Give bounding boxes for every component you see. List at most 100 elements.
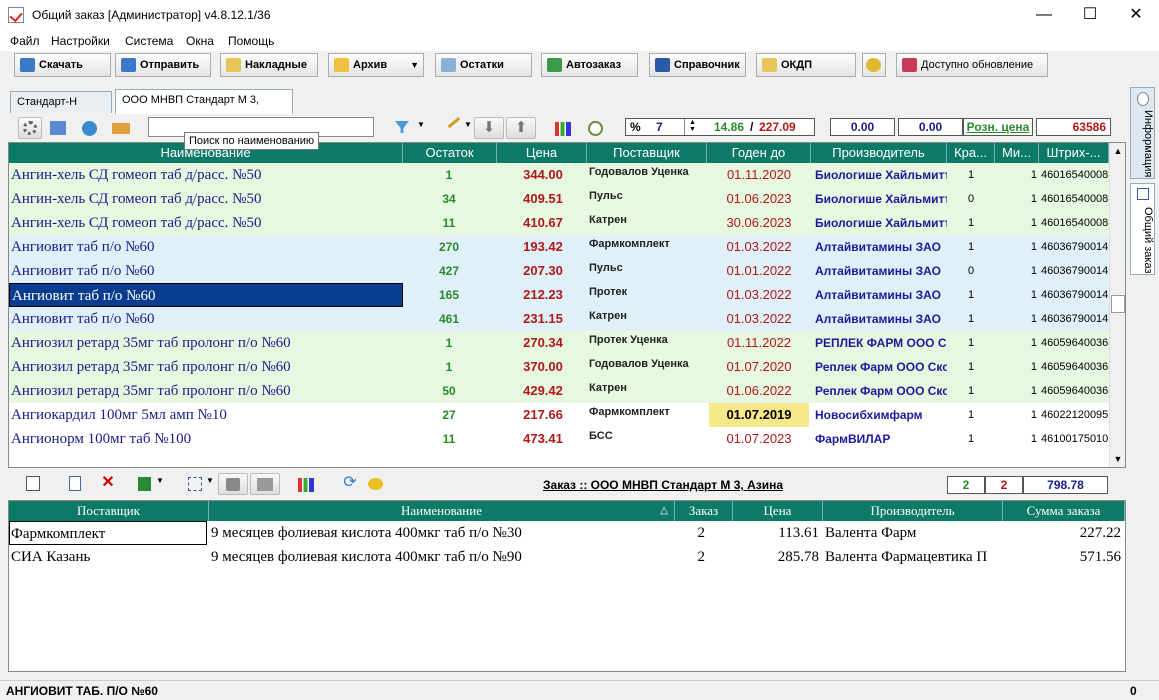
table-row[interactable]: Ангиовит таб п/о №60 165 212.23 Протек 01.03… xyxy=(9,283,1109,307)
supplier-cell: Катрен xyxy=(589,214,627,226)
col2-qty[interactable]: Заказ xyxy=(675,501,733,521)
menu-system[interactable]: Система xyxy=(125,34,173,48)
col-stock[interactable]: Остаток xyxy=(403,143,497,163)
expiry-cell: 01.07.2023 xyxy=(726,431,792,446)
table-row[interactable]: Ангин-хель СД гомеоп таб д/расс. №50 11 41… xyxy=(9,211,1109,235)
order-row[interactable]: Фармкомплект 9 месяцев фолиевая кислота 4… xyxy=(9,521,1125,545)
col2-price[interactable]: Цена xyxy=(733,501,823,521)
percent-value[interactable]: 7 xyxy=(656,119,663,135)
price-cell: 207.30 xyxy=(523,263,563,278)
okdp-button[interactable]: ОКДП xyxy=(756,53,856,77)
remains-button[interactable]: Остатки xyxy=(435,53,532,77)
table-row[interactable]: Ангиовит таб п/о №60 461 231.15 Катрен 01.03… xyxy=(9,307,1109,331)
table-row[interactable]: Ангиозил ретард 35мг таб пролонг п/о №60… xyxy=(9,379,1109,403)
coins-button[interactable] xyxy=(364,473,388,495)
clock-button[interactable] xyxy=(584,117,608,139)
supplier-cell: Пульс xyxy=(589,262,623,274)
excel-button[interactable]: ▼ xyxy=(134,473,168,495)
side-tab-order[interactable]: Общий заказ xyxy=(1130,183,1155,275)
product-name: Ангиозил ретард 35мг таб пролонг п/о №60 xyxy=(11,335,291,351)
order-chart-button[interactable] xyxy=(294,473,318,495)
expiry-cell: 01.07.2019 xyxy=(709,403,809,427)
menu-windows[interactable]: Окна xyxy=(186,34,214,48)
delete-button[interactable]: ✕ xyxy=(96,473,120,495)
menu-file[interactable]: Файл xyxy=(10,34,40,48)
grid-view-button[interactable] xyxy=(46,117,70,139)
col-maker[interactable]: Производитель xyxy=(811,143,947,163)
delivery-button[interactable] xyxy=(110,117,134,139)
col2-name[interactable]: Наименование △ xyxy=(209,501,675,521)
table-row[interactable]: Ангионорм 100мг таб №100 11 473.41 БСС 01.07… xyxy=(9,427,1109,451)
wand-button[interactable]: ▼ xyxy=(444,116,474,139)
maker-cell: Алтайвитамины ЗАО xyxy=(815,288,941,302)
archive-button[interactable]: Архив ▼ xyxy=(328,53,424,77)
col-m[interactable]: Ми... xyxy=(995,143,1039,163)
autoorder-button[interactable]: Автозаказ xyxy=(541,53,638,77)
reference-button[interactable]: Справочник xyxy=(649,53,746,77)
refresh-button[interactable]: ⟳ xyxy=(338,473,362,495)
col-k[interactable]: Кра... xyxy=(947,143,995,163)
minimize-button[interactable]: — xyxy=(1021,0,1067,31)
scroll-thumb[interactable] xyxy=(1111,295,1125,313)
barcode-cell: 46059640036 xyxy=(1041,361,1109,373)
invoices-button[interactable]: Накладные xyxy=(220,53,318,77)
menu-settings[interactable]: Настройки xyxy=(51,34,110,48)
settings-gear-button[interactable] xyxy=(18,117,42,139)
barcode-cell: 46022120095 xyxy=(1041,409,1109,421)
barcode-cell: 46059640036 xyxy=(1041,385,1109,397)
filter-button[interactable]: ▼ xyxy=(393,117,429,139)
tab-mnvp-azina[interactable]: ООО МНВП Стандарт М 3, Азина xyxy=(115,89,293,126)
table-row[interactable]: Ангиозил ретард 35мг таб пролонг п/о №60… xyxy=(9,331,1109,355)
side-tab-info[interactable]: Информация xyxy=(1130,87,1155,179)
col-price[interactable]: Цена xyxy=(497,143,587,163)
select-button[interactable]: ▼ xyxy=(184,473,218,495)
table-row[interactable]: Ангиовит таб п/о №60 427 207.30 Пульс 01.01.… xyxy=(9,259,1109,283)
col-expiry[interactable]: Годен до xyxy=(707,143,811,163)
order-row[interactable]: СИА Казань 9 месяцев фолиевая кислота 400… xyxy=(9,545,1125,569)
expiry-cell: 01.03.2022 xyxy=(726,239,792,254)
table-row[interactable]: Ангиовит таб п/о №60 270 193.42 Фармкомплек… xyxy=(9,235,1109,259)
new-doc-button[interactable] xyxy=(63,473,87,495)
move-up-button[interactable]: ⬆ xyxy=(506,117,536,139)
gray-button-1[interactable] xyxy=(218,473,248,495)
maximize-button[interactable]: ☐ xyxy=(1067,0,1113,31)
order-total: 798.78 xyxy=(1023,476,1108,494)
maker-cell: Биологише Хайльмитте xyxy=(815,168,947,182)
close-button[interactable]: ✕ xyxy=(1113,0,1159,31)
gray-button-2[interactable] xyxy=(250,473,280,495)
table-row[interactable]: Ангиозил ретард 35мг таб пролонг п/о №60… xyxy=(9,355,1109,379)
clock-icon xyxy=(588,121,603,136)
supplier-cell: Годовалов Уценка xyxy=(589,166,689,178)
send-button[interactable]: Отправить xyxy=(115,53,211,77)
chart-button[interactable] xyxy=(551,117,575,139)
percent-spinner[interactable]: ▲ ▼ xyxy=(684,119,700,135)
col2-maker[interactable]: Производитель xyxy=(823,501,1003,521)
main-toolbar: Скачать Отправить Накладные Архив ▼ Остат… xyxy=(0,51,1159,79)
menu-help[interactable]: Помощь xyxy=(228,34,274,48)
move-down-button[interactable]: ⬇ xyxy=(474,117,504,139)
globe-button[interactable] xyxy=(78,117,102,139)
scroll-up-icon[interactable]: ▲ xyxy=(1110,143,1125,159)
order-list-button[interactable] xyxy=(22,473,46,495)
update-button[interactable]: Доступно обновление xyxy=(896,53,1048,77)
table-row[interactable]: Ангин-хель СД гомеоп таб д/расс. №50 1 344… xyxy=(9,163,1109,187)
order-qty-cell: 2 xyxy=(697,525,706,541)
col-barcode[interactable]: Штрих-... xyxy=(1039,143,1109,163)
barcode-cell: 46100175010 xyxy=(1041,433,1109,445)
product-name: Ангиовит таб п/о №60 xyxy=(11,263,155,279)
table-row[interactable]: Ангиокардил 100мг 5мл амп №10 27 217.66 Фар… xyxy=(9,403,1109,427)
filter-bar: Поиск по наименованию ▼ ▼ ⬇ ⬆ % 7 ▲ ▼ 14.… xyxy=(8,114,1126,150)
col2-sum[interactable]: Сумма заказа xyxy=(1003,501,1125,521)
users-button[interactable] xyxy=(862,53,886,77)
tab-standard-office[interactable]: Стандарт-Н Офис xyxy=(10,91,112,128)
col2-supplier[interactable]: Поставщик xyxy=(9,501,209,521)
sort-asc-icon: △ xyxy=(660,505,668,516)
retail-price-label[interactable]: Розн. цена xyxy=(963,118,1033,136)
download-button[interactable]: Скачать xyxy=(14,53,111,77)
table-row[interactable]: Ангин-хель СД гомеоп таб д/расс. №50 34 40… xyxy=(9,187,1109,211)
folder-icon xyxy=(334,58,349,72)
k-cell: 1 xyxy=(967,433,975,445)
products-scrollbar[interactable]: ▲ ▼ xyxy=(1109,143,1125,467)
col-supplier[interactable]: Поставщик xyxy=(587,143,707,163)
scroll-down-icon[interactable]: ▼ xyxy=(1110,451,1125,467)
